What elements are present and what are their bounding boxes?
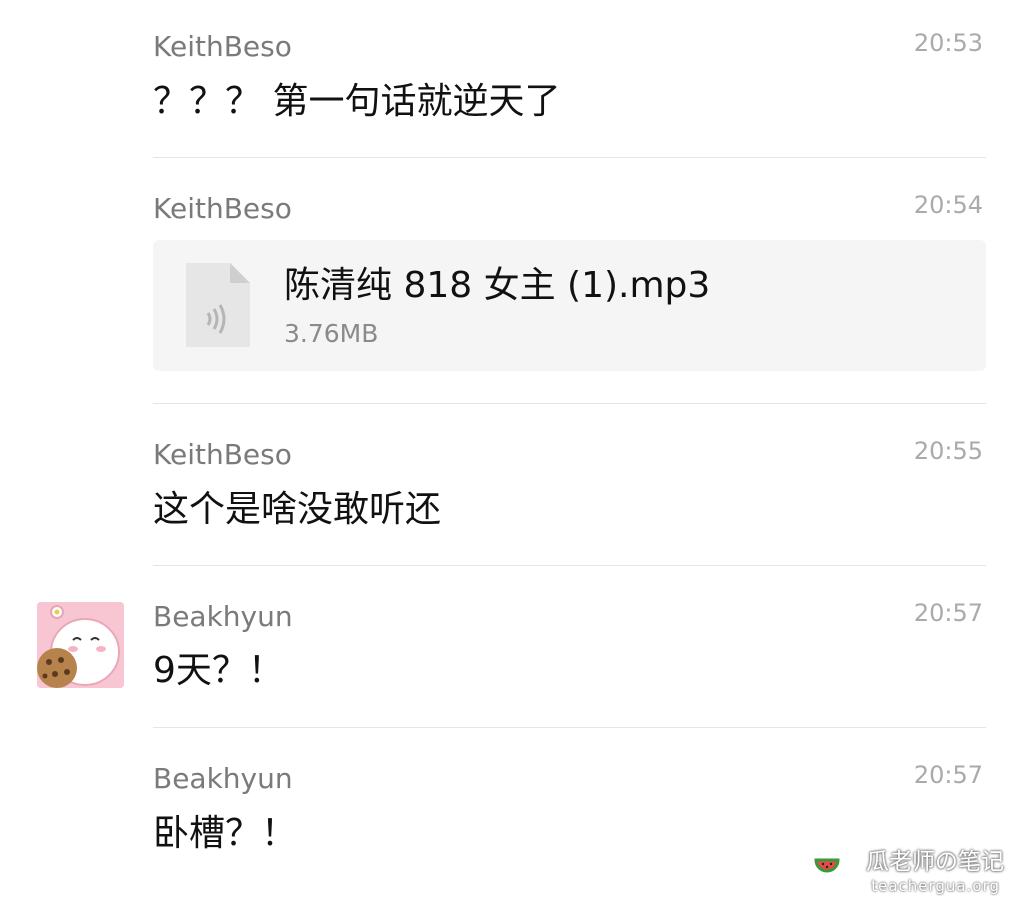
message-time: 20:57 bbox=[913, 761, 983, 789]
message-text: 9天？！ bbox=[153, 650, 284, 691]
audio-file-icon bbox=[186, 263, 250, 347]
file-name: 陈清纯 818 女主 (1).mp3 bbox=[284, 265, 711, 306]
sender-name: KeithBeso bbox=[153, 438, 292, 471]
watermark-title: 瓜老师の笔记 bbox=[866, 849, 1004, 875]
message-time: 20:55 bbox=[913, 437, 983, 465]
sender-name: KeithBeso bbox=[153, 192, 292, 225]
watermark-url: teachergua.org bbox=[871, 877, 1000, 895]
cartoon-girl-cookie-avatar bbox=[37, 602, 124, 688]
message-time: 20:54 bbox=[913, 191, 983, 219]
avatar[interactable] bbox=[37, 602, 124, 688]
file-attachment[interactable]: 陈清纯 818 女主 (1).mp3 3.76MB bbox=[153, 240, 986, 371]
message-text: 这个是啥没敢听还 bbox=[153, 489, 442, 530]
file-size: 3.76MB bbox=[284, 319, 379, 348]
message-time: 20:57 bbox=[913, 599, 983, 627]
message-divider bbox=[153, 403, 986, 404]
watermark: 瓜老师の笔记 teachergua.org bbox=[814, 851, 1004, 901]
watermelon-icon bbox=[814, 858, 840, 873]
sender-name: KeithBeso bbox=[153, 30, 292, 63]
message-divider bbox=[153, 565, 986, 566]
message-time: 20:53 bbox=[913, 29, 983, 57]
message-text: 卧槽？！ bbox=[153, 813, 298, 854]
message-divider bbox=[153, 157, 986, 158]
sender-name: Beakhyun bbox=[153, 762, 293, 795]
message-divider bbox=[153, 727, 986, 728]
message-text: ？？？ 第一句话就逆天了 bbox=[153, 81, 561, 122]
sender-name: Beakhyun bbox=[153, 600, 293, 633]
